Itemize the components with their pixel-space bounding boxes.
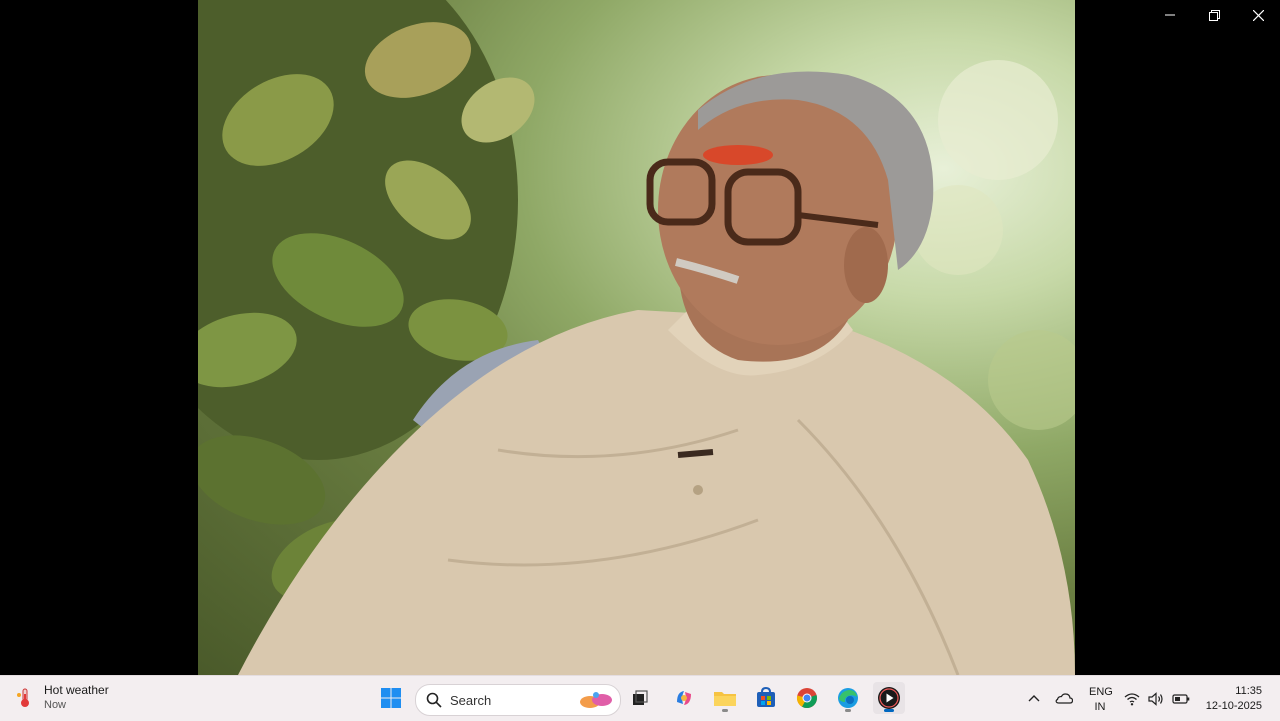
- edge-icon: [838, 688, 858, 708]
- thermometer-icon: [17, 688, 29, 707]
- task-view-icon: [633, 690, 648, 705]
- widget-title: Hot weather: [44, 683, 109, 697]
- chevron-up-icon: [1028, 695, 1040, 702]
- search-placeholder: Search: [450, 692, 492, 708]
- clock-date: 12-10-2025: [1205, 700, 1262, 712]
- language-code: ENG: [1089, 686, 1113, 698]
- running-indicator: [722, 709, 728, 712]
- weather-widget[interactable]: Hot weather Now: [14, 683, 109, 713]
- active-indicator: [884, 709, 894, 712]
- region-code: IN: [1094, 701, 1106, 713]
- search-box[interactable]: Search: [415, 684, 621, 716]
- copilot-icon: [677, 691, 691, 705]
- widget-subtitle: Now: [44, 699, 67, 711]
- volume-icon: [1148, 691, 1163, 706]
- battery-icon: [1172, 693, 1190, 704]
- show-hidden-icons-button[interactable]: [1018, 682, 1050, 714]
- close-icon: [1252, 9, 1264, 21]
- language-indicator[interactable]: ENG IN: [1089, 685, 1113, 715]
- cloud-icon: [1055, 693, 1073, 704]
- wifi-icon: [1124, 692, 1140, 705]
- start-button[interactable]: [375, 682, 407, 714]
- taskbar: Hot weather Now Search ENG IN 11:35 12-1…: [0, 675, 1280, 721]
- microsoft-store-button[interactable]: [750, 682, 782, 714]
- close-button[interactable]: [1236, 0, 1280, 30]
- minimize-icon: [1165, 14, 1175, 16]
- media-player-button[interactable]: [873, 682, 905, 714]
- media-player-icon: [878, 687, 900, 709]
- video-player[interactable]: [0, 0, 1280, 675]
- chrome-icon: [796, 688, 817, 709]
- clock-time: 11:35: [1235, 685, 1262, 697]
- restore-button[interactable]: [1192, 0, 1236, 30]
- clock[interactable]: 11:35 12-10-2025: [1206, 684, 1262, 714]
- search-highlight-icon: [580, 692, 612, 708]
- microsoft-store-icon: [757, 687, 775, 707]
- search-icon: [426, 692, 442, 708]
- file-explorer-button[interactable]: [709, 682, 741, 714]
- video-frame[interactable]: [198, 0, 1075, 675]
- system-tray[interactable]: [1124, 676, 1190, 721]
- chrome-button[interactable]: [791, 682, 823, 714]
- edge-button[interactable]: [832, 682, 864, 714]
- window-controls: [1148, 0, 1280, 30]
- windows-logo-icon: [381, 688, 401, 708]
- copilot-button[interactable]: [668, 682, 700, 714]
- onedrive-button[interactable]: [1048, 682, 1080, 714]
- task-view-button[interactable]: [624, 682, 656, 714]
- restore-icon: [1208, 9, 1220, 21]
- video-scene: [198, 0, 1075, 675]
- minimize-button[interactable]: [1148, 0, 1192, 30]
- running-indicator: [845, 709, 851, 712]
- file-explorer-icon: [714, 692, 736, 706]
